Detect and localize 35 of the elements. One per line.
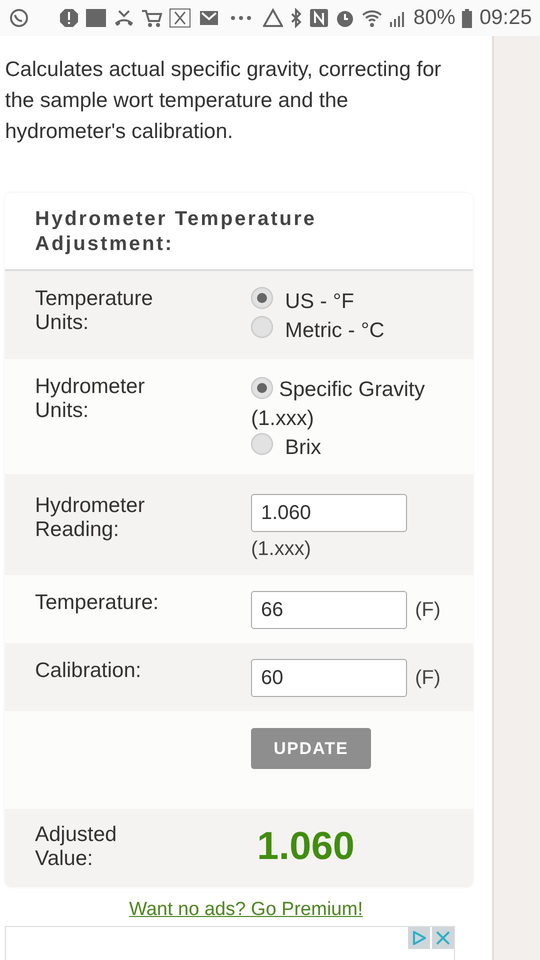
- close-icon[interactable]: [432, 927, 454, 949]
- radio-option[interactable]: US - °F: [251, 287, 473, 316]
- missed-call-icon: [113, 8, 136, 28]
- nfc-icon: [309, 8, 330, 28]
- card-title: Hydrometer Temperature Adjustment:: [5, 193, 473, 271]
- adjusted-value: 1.060: [256, 825, 356, 869]
- radio-option[interactable]: Brix: [251, 433, 473, 462]
- clock-time: 09:25: [479, 6, 532, 30]
- battery-percentage: 80%: [413, 6, 456, 30]
- field-label: Adjusted Value:: [35, 823, 118, 871]
- input-field[interactable]: 1.060: [251, 494, 407, 532]
- ad-choices-icon[interactable]: [408, 927, 430, 949]
- bluetooth-icon: [289, 8, 304, 28]
- field-label: Temperature:: [35, 591, 160, 615]
- radio-option[interactable]: Metric - °C: [251, 316, 473, 345]
- alarm-icon: [335, 8, 356, 28]
- field-label: Hydrometer Units:: [35, 375, 146, 423]
- mail-icon: [197, 8, 220, 28]
- wifi-icon: [361, 8, 384, 28]
- alert-icon: [59, 8, 80, 28]
- chat-bubble-icon: [8, 8, 30, 28]
- more-icon: [231, 16, 252, 20]
- input-field[interactable]: 60: [251, 659, 407, 697]
- unit-label: (F): [415, 598, 441, 622]
- premium-link[interactable]: Want no ads? Go Premium!: [0, 899, 492, 921]
- cart-icon: [141, 8, 164, 28]
- unit-label: (F): [415, 666, 441, 690]
- radio-option[interactable]: Specific Gravity (1.xxx): [251, 375, 451, 433]
- format-hint: (1.xxx): [251, 538, 312, 561]
- battery-icon: [461, 8, 474, 28]
- description-text: Calculates actual specific gravity, correcting for the sample wort temperature and the hydrometer's calibration.: [5, 57, 442, 145]
- field-label: Temperature Units:: [35, 287, 154, 335]
- field-label: Hydrometer Reading:: [35, 494, 146, 542]
- field-label: Calibration:: [35, 659, 142, 683]
- input-field[interactable]: 66: [251, 591, 407, 629]
